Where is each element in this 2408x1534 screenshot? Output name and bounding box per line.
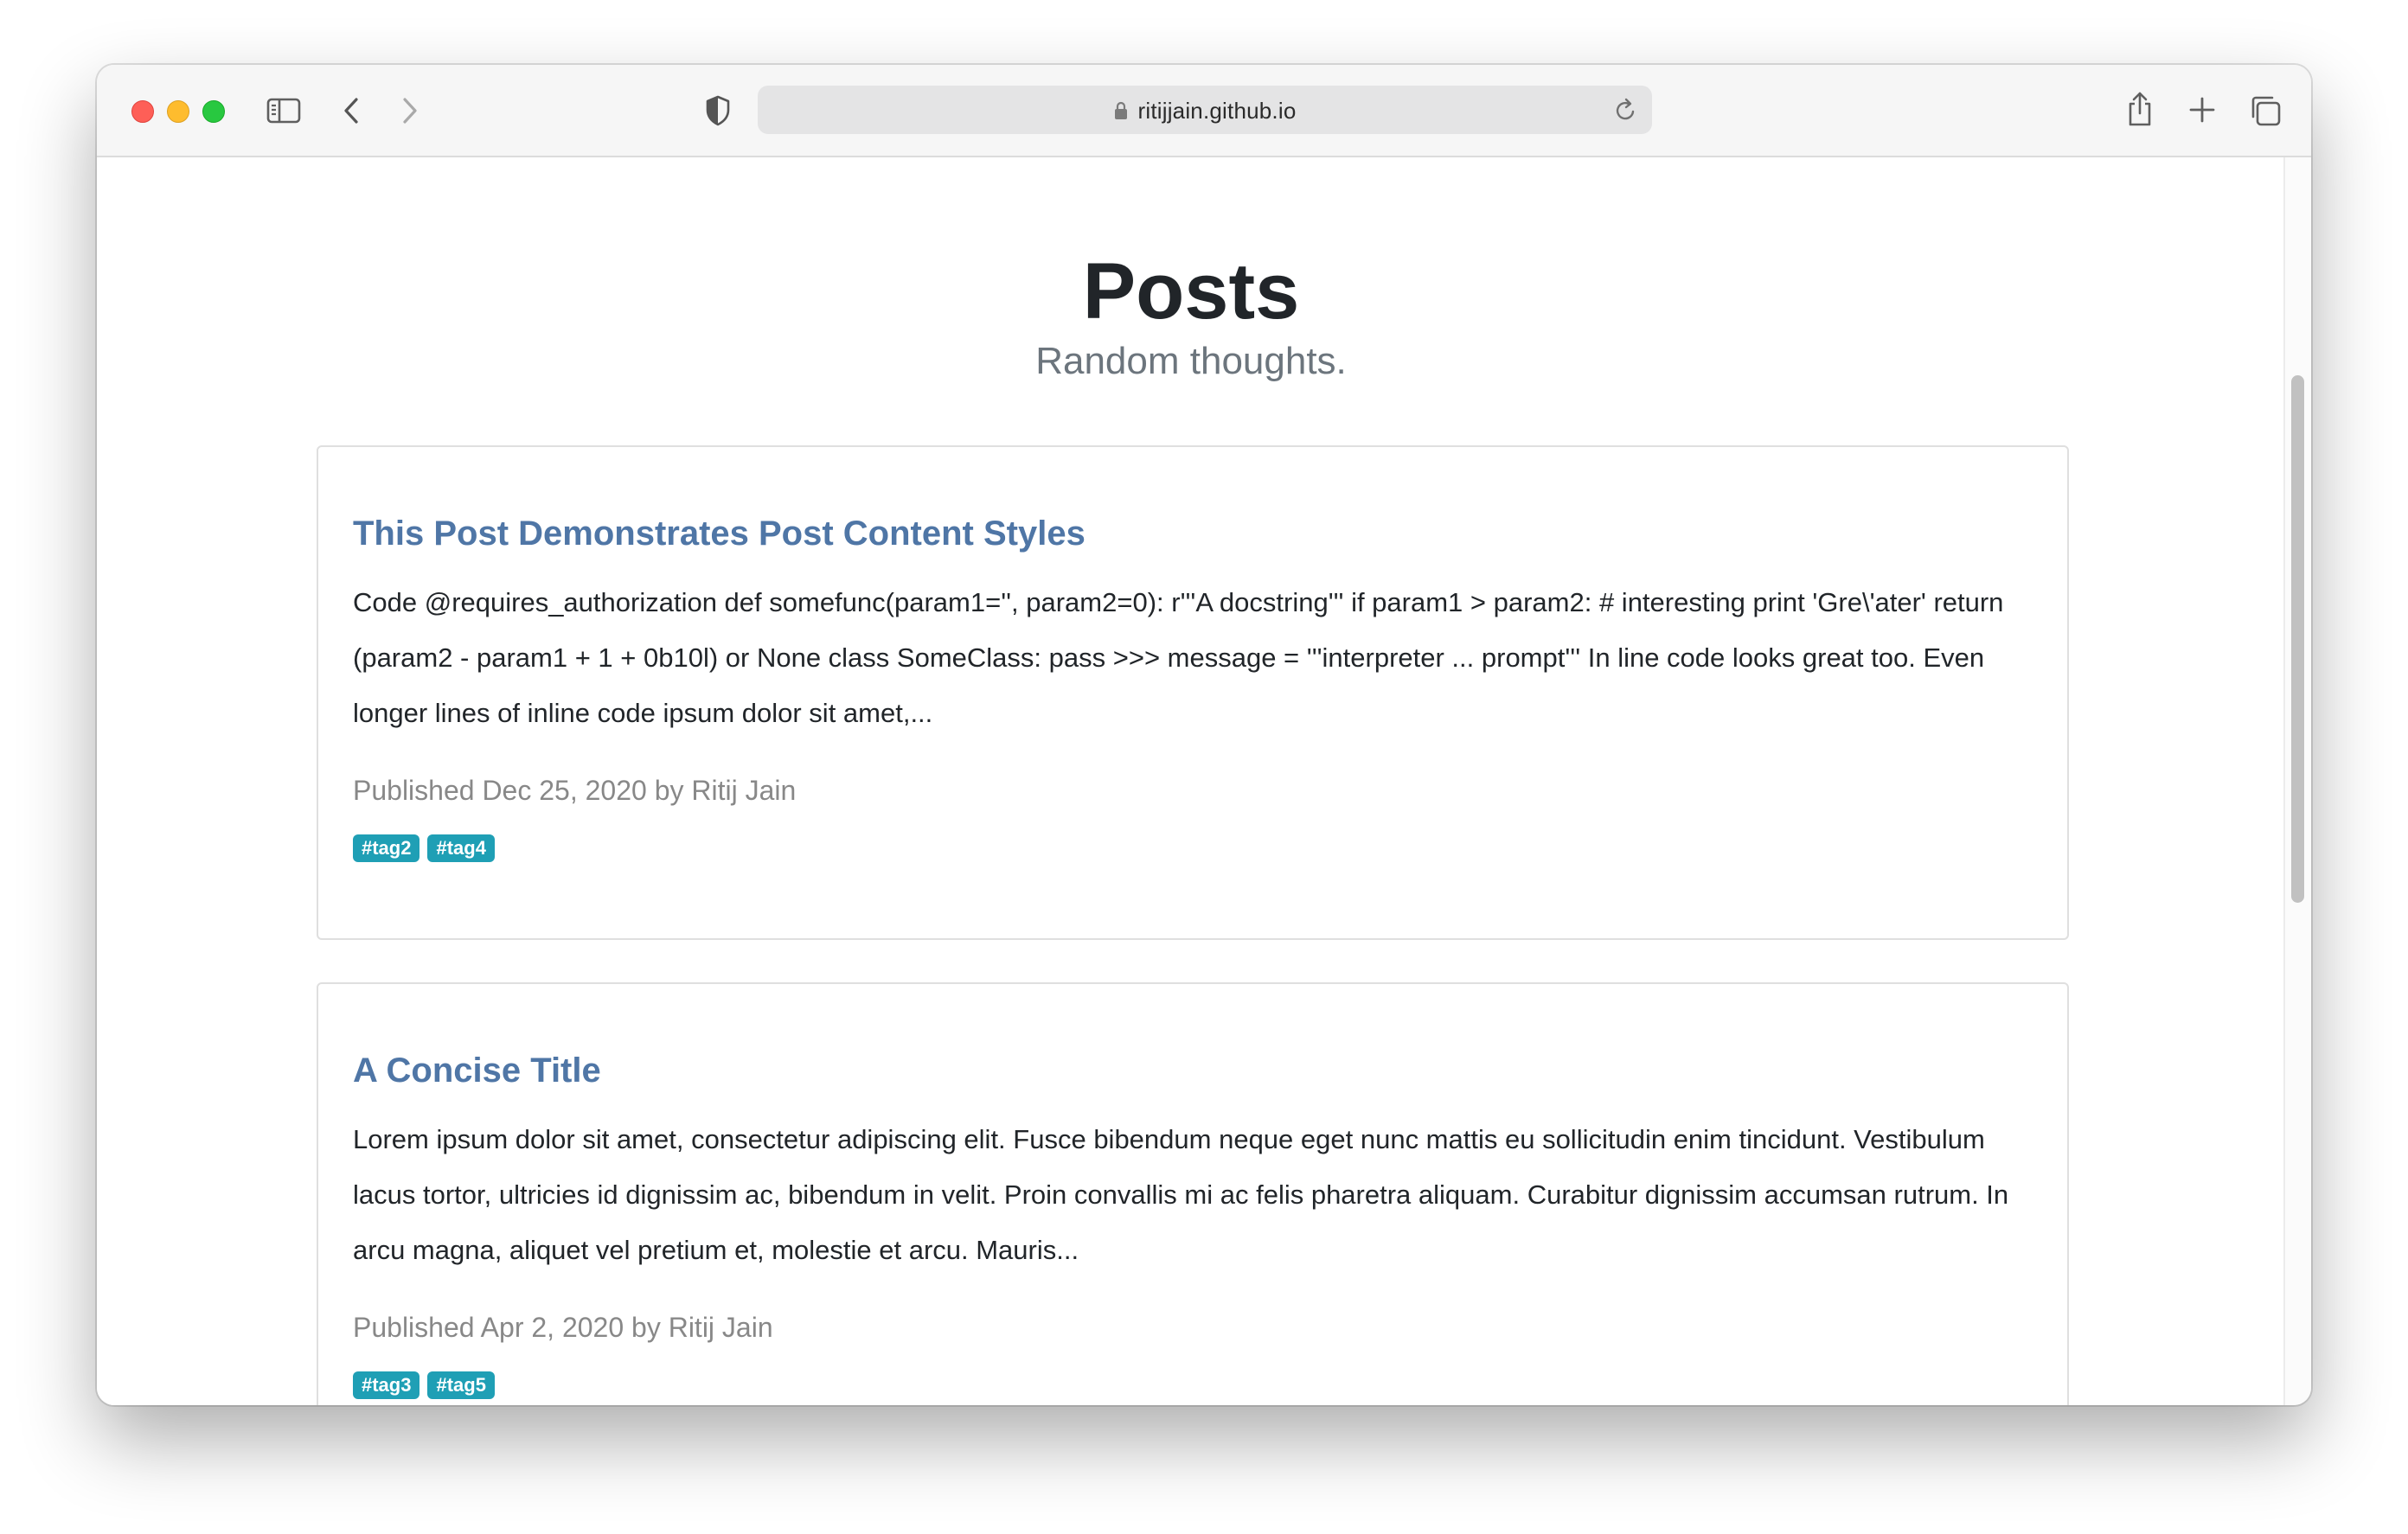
screenshot-stage: ritijjain.github.io Posts Random thought…	[0, 0, 2408, 1534]
vertical-scrollbar[interactable]	[2283, 157, 2311, 1405]
post-tags: #tag2 #tag4	[353, 834, 495, 862]
close-window-button[interactable]	[131, 100, 154, 123]
forward-arrow-icon[interactable]	[400, 96, 420, 130]
post-meta: Published Apr 2, 2020 by Ritij Jain	[353, 1312, 773, 1343]
minimize-window-button[interactable]	[167, 100, 189, 123]
new-tab-icon[interactable]	[2188, 96, 2216, 128]
address-bar[interactable]: ritijjain.github.io	[758, 86, 1652, 134]
lock-icon	[1113, 99, 1129, 126]
scrollbar-thumb[interactable]	[2291, 375, 2304, 903]
tab-overview-icon[interactable]	[2249, 94, 2282, 131]
url-text: ritijjain.github.io	[1137, 98, 1297, 124]
browser-toolbar: ritijjain.github.io	[97, 65, 2311, 157]
post-card: A Concise Title Lorem ipsum dolor sit am…	[317, 982, 2069, 1405]
post-meta: Published Dec 25, 2020 by Ritij Jain	[353, 775, 797, 806]
page-content: Posts Random thoughts. This Post Demonst…	[97, 157, 2285, 1405]
privacy-shield-icon[interactable]	[705, 95, 731, 131]
post-card: This Post Demonstrates Post Content Styl…	[317, 445, 2069, 940]
back-arrow-icon[interactable]	[341, 96, 362, 130]
post-excerpt: Code @requires_authorization def somefun…	[353, 587, 2004, 728]
post-excerpt: Lorem ipsum dolor sit amet, consectetur …	[353, 1124, 2009, 1265]
share-icon[interactable]	[2125, 91, 2155, 131]
post-title-link[interactable]: A Concise Title	[353, 1053, 601, 1088]
tag-badge[interactable]: #tag3	[353, 1371, 420, 1399]
post-title-link[interactable]: This Post Demonstrates Post Content Styl…	[353, 516, 1086, 551]
page-subtitle: Random thoughts.	[1035, 340, 1347, 382]
sidebar-toggle-icon[interactable]	[266, 97, 301, 129]
tag-badge[interactable]: #tag2	[353, 834, 420, 862]
tag-badge[interactable]: #tag4	[427, 834, 495, 862]
zoom-window-button[interactable]	[202, 100, 225, 123]
post-tags: #tag3 #tag5	[353, 1371, 495, 1399]
tag-badge[interactable]: #tag5	[427, 1371, 495, 1399]
page-title: Posts	[1082, 247, 1300, 336]
browser-window: ritijjain.github.io Posts Random thought…	[97, 65, 2311, 1405]
reload-icon[interactable]	[1614, 97, 1638, 127]
address-bar-text: ritijjain.github.io	[758, 98, 1652, 126]
